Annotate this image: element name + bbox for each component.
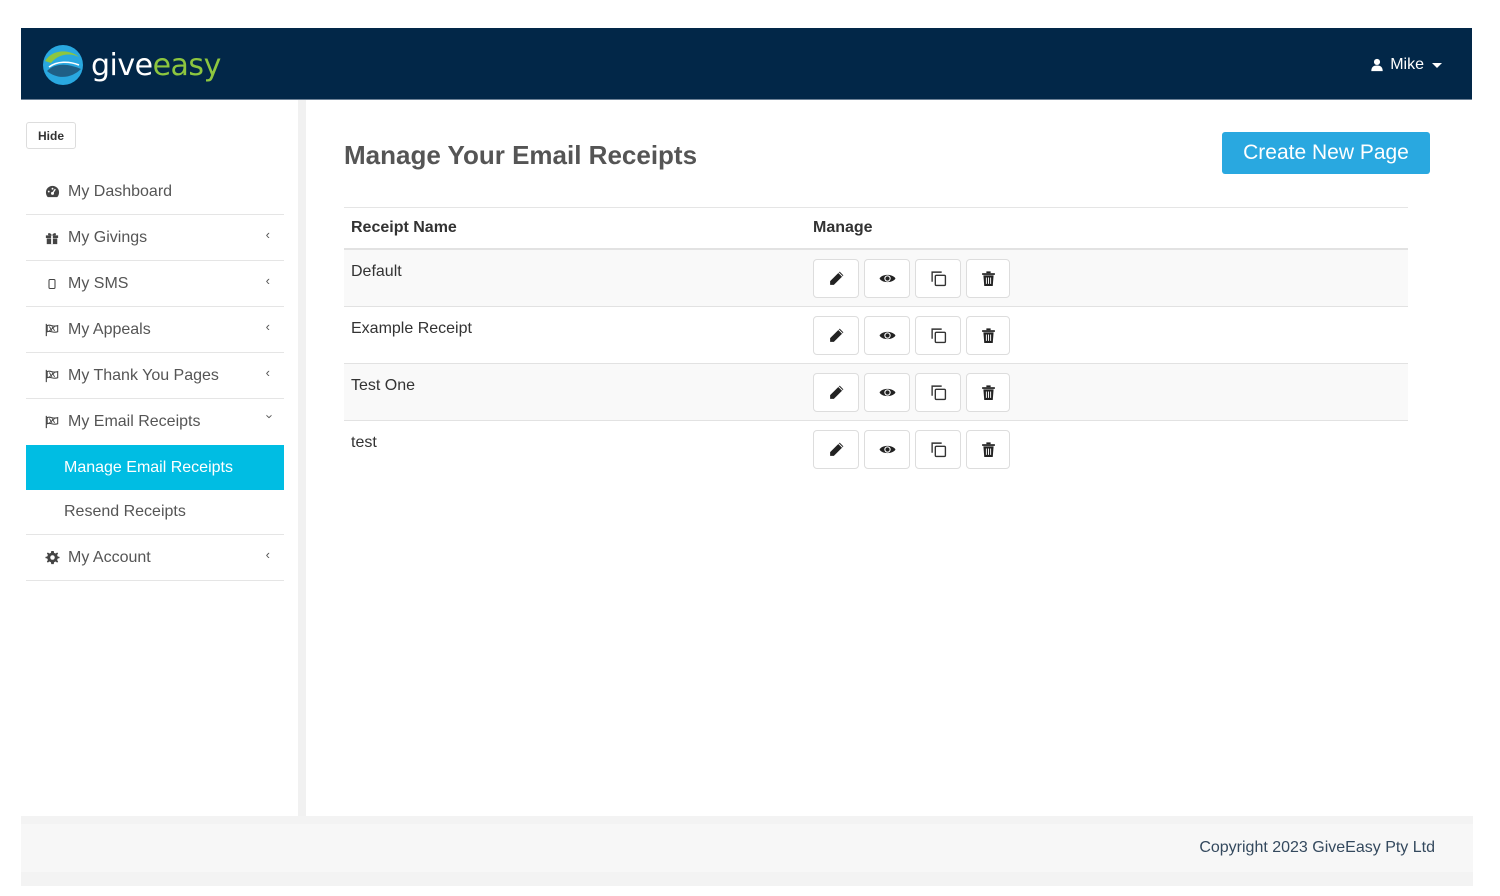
- row-actions: [806, 421, 1010, 478]
- trash-icon: [981, 442, 995, 457]
- pencil-icon: [829, 442, 843, 456]
- sidebar-item-label: My Email Receipts: [68, 413, 201, 430]
- sidebar-item-label: My Dashboard: [68, 182, 173, 200]
- dashboard-icon: [44, 184, 60, 200]
- pencil-icon: [829, 271, 843, 285]
- copy-icon: [930, 271, 946, 287]
- receipt-name: Example Receipt: [351, 320, 472, 337]
- sidebar-subitem-manage-email-receipts[interactable]: Manage Email Receipts: [26, 445, 284, 490]
- pencil-icon: [829, 328, 843, 342]
- user-icon: [1371, 58, 1383, 72]
- eye-icon: [879, 274, 895, 283]
- sidebar-item-label: My Account: [68, 548, 151, 566]
- eye-icon: [879, 331, 895, 340]
- sidebar-item-thank-you-pages[interactable]: My Thank You Pages ‹: [26, 353, 284, 399]
- trash-icon: [981, 385, 995, 400]
- sidebar-subitem-resend-receipts[interactable]: Resend Receipts: [26, 490, 284, 535]
- sidebar-item-givings[interactable]: My Givings ‹: [26, 215, 284, 261]
- sidebar-item-appeals[interactable]: My Appeals ‹: [26, 307, 284, 353]
- user-menu-dropdown[interactable]: Mike: [1370, 56, 1442, 74]
- view-button[interactable]: [864, 430, 910, 469]
- edit-button[interactable]: [813, 373, 859, 412]
- main-content: Manage Your Email Receipts Create New Pa…: [306, 100, 1472, 816]
- copy-icon: [930, 385, 946, 401]
- flag-checkered-icon: [44, 322, 60, 338]
- eye-icon: [879, 388, 895, 397]
- copy-button[interactable]: [915, 259, 961, 298]
- gear-icon: [44, 550, 60, 566]
- row-actions: [806, 250, 1010, 306]
- receipt-name: Default: [351, 263, 402, 280]
- delete-button[interactable]: [966, 316, 1010, 355]
- sidebar-item-sms[interactable]: My SMS ‹: [26, 261, 284, 307]
- receipts-table: Receipt Name Manage Default Example Rece…: [344, 207, 1408, 478]
- sidebar-item-label: My Thank You Pages: [68, 366, 219, 384]
- table-header: Receipt Name Manage: [344, 208, 1408, 250]
- delete-button[interactable]: [966, 430, 1010, 469]
- sidebar-nav: My Dashboard My Givings ‹ My SMS ‹ My Ap…: [26, 169, 284, 581]
- edit-button[interactable]: [813, 430, 859, 469]
- sidebar-item-label: My SMS: [68, 274, 129, 292]
- hide-sidebar-button[interactable]: Hide: [26, 122, 76, 149]
- page-title: Manage Your Email Receipts: [344, 140, 698, 170]
- chevron-left-icon: ‹: [265, 227, 270, 242]
- edit-button[interactable]: [813, 316, 859, 355]
- sidebar-item-dashboard[interactable]: My Dashboard: [26, 169, 284, 215]
- copy-button[interactable]: [915, 430, 961, 469]
- delete-button[interactable]: [966, 373, 1010, 412]
- receipt-name: test: [351, 434, 377, 451]
- gift-icon: [44, 230, 60, 246]
- brand-name: giveeasy: [91, 47, 221, 83]
- receipt-name: Test One: [351, 377, 416, 394]
- table-row: Example Receipt: [344, 307, 1408, 364]
- table-row: Default: [344, 250, 1408, 307]
- sidebar: Hide My Dashboard My Givings ‹ My SMS ‹: [21, 100, 298, 816]
- row-actions: [806, 307, 1010, 363]
- sidebar-divider: [298, 100, 306, 816]
- user-name: Mike: [1390, 56, 1424, 73]
- trash-icon: [981, 328, 995, 343]
- view-button[interactable]: [864, 259, 910, 298]
- flag-checkered-icon: [44, 368, 60, 384]
- row-actions: [806, 364, 1010, 420]
- top-navbar: giveeasy Mike: [21, 28, 1472, 100]
- caret-down-icon: [1432, 62, 1442, 68]
- eye-icon: [879, 445, 895, 454]
- edit-button[interactable]: [813, 259, 859, 298]
- sidebar-item-label: My Givings: [68, 228, 148, 246]
- flag-checkered-icon: [44, 414, 60, 430]
- column-header-receipt-name: Receipt Name: [351, 219, 457, 236]
- giveeasy-logo[interactable]: giveeasy: [39, 41, 221, 89]
- chevron-down-icon: ‹: [260, 414, 276, 419]
- copyright-text: Copyright 2023 GiveEasy Pty Ltd: [1199, 839, 1435, 856]
- footer: Copyright 2023 GiveEasy Pty Ltd: [21, 816, 1473, 886]
- view-button[interactable]: [864, 373, 910, 412]
- chevron-left-icon: ‹: [265, 319, 270, 334]
- giveeasy-logo-icon: [43, 45, 83, 85]
- column-header-manage: Manage: [813, 219, 873, 236]
- chevron-left-icon: ‹: [265, 365, 270, 380]
- table-row: Test One: [344, 364, 1408, 421]
- copy-icon: [930, 442, 946, 458]
- mobile-icon: [44, 276, 60, 292]
- create-new-page-button[interactable]: Create New Page: [1222, 132, 1430, 174]
- chevron-left-icon: ‹: [265, 547, 270, 562]
- copy-button[interactable]: [915, 316, 961, 355]
- sidebar-item-email-receipts[interactable]: My Email Receipts ‹: [26, 399, 284, 445]
- pencil-icon: [829, 385, 843, 399]
- copy-button[interactable]: [915, 373, 961, 412]
- chevron-left-icon: ‹: [265, 273, 270, 288]
- trash-icon: [981, 271, 995, 286]
- sidebar-item-account[interactable]: My Account ‹: [26, 535, 284, 581]
- view-button[interactable]: [864, 316, 910, 355]
- sidebar-item-label: My Appeals: [68, 320, 151, 338]
- copy-icon: [930, 328, 946, 344]
- table-row: test: [344, 421, 1408, 478]
- delete-button[interactable]: [966, 259, 1010, 298]
